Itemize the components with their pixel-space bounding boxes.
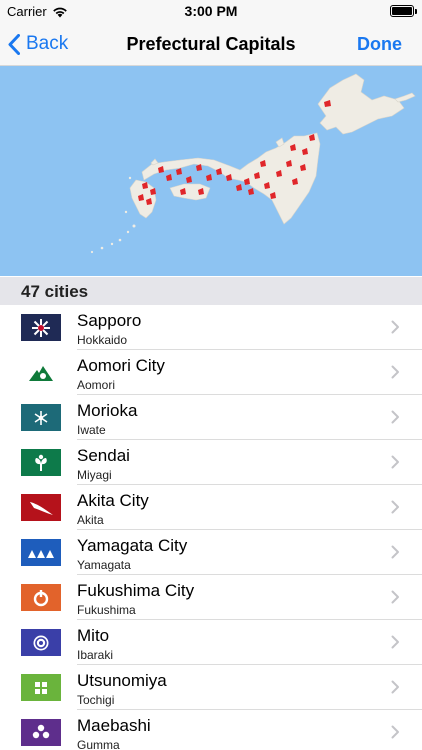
- chevron-right-icon: [391, 725, 399, 739]
- city-name: Yamagata City: [77, 536, 188, 555]
- mountain-peaks-emblem-icon: [28, 549, 54, 558]
- swoosh-emblem-icon: [30, 501, 53, 515]
- four-leaf-emblem-icon: [35, 681, 47, 694]
- flower-emblem-icon: [32, 724, 50, 738]
- city-name: Sendai: [77, 446, 130, 465]
- prefecture-name: Tochigi: [77, 693, 115, 707]
- chevron-right-icon: [391, 680, 399, 694]
- list-item[interactable]: Utsunomiya Tochigi: [0, 665, 422, 710]
- list-item[interactable]: Sapporo Hokkaido: [0, 305, 422, 350]
- navigation-bar: Back Prefectural Capitals Done: [0, 22, 422, 66]
- list-item[interactable]: Sendai Miyagi: [0, 440, 422, 485]
- done-button[interactable]: Done: [357, 22, 402, 66]
- city-name: Morioka: [77, 401, 138, 420]
- flag-icon: [21, 359, 61, 386]
- prefecture-name: Miyagi: [77, 468, 112, 482]
- chevron-left-icon: [8, 33, 20, 55]
- section-header: 47 cities: [0, 277, 422, 305]
- chevron-right-icon: [391, 410, 399, 424]
- list-item[interactable]: Yamagata City Yamagata: [0, 530, 422, 575]
- snowflake-star-emblem-icon: [32, 318, 50, 337]
- list-item[interactable]: Akita City Akita: [0, 485, 422, 530]
- prefecture-name: Ibaraki: [77, 648, 114, 662]
- prefecture-name: Iwate: [77, 423, 106, 437]
- japan-map: [90, 73, 416, 254]
- ring-emblem-icon: [33, 589, 49, 606]
- city-name: Sapporo: [77, 311, 142, 330]
- green-mountain-emblem-icon: [29, 365, 53, 381]
- page-title: Prefectural Capitals: [126, 34, 296, 54]
- list-item[interactable]: Fukushima City Fukushima: [0, 575, 422, 620]
- chevron-right-icon: [391, 365, 399, 379]
- city-name: Utsunomiya: [77, 671, 167, 690]
- prefecture-name: Fukushima: [77, 603, 136, 617]
- clock: 3:00 PM: [184, 3, 238, 19]
- list-item[interactable]: Morioka Iwate: [0, 395, 422, 440]
- prefecture-name: Gumma: [77, 738, 120, 750]
- city-name: Fukushima City: [77, 581, 195, 600]
- chevron-right-icon: [391, 500, 399, 514]
- chevron-right-icon: [391, 455, 399, 469]
- prefecture-name: Yamagata: [77, 558, 131, 572]
- leaf-star-emblem-icon: [34, 410, 48, 425]
- battery-icon: [390, 5, 417, 17]
- rose-emblem-icon: [33, 635, 49, 650]
- flag-icon: [21, 404, 61, 431]
- prefecture-name: Akita: [77, 513, 104, 527]
- back-button[interactable]: Back: [8, 22, 68, 66]
- chevron-right-icon: [391, 635, 399, 649]
- city-list: Sapporo Hokkaido Aomori City Aomori Mori…: [0, 305, 422, 750]
- chevron-right-icon: [391, 590, 399, 604]
- city-name: Mito: [77, 626, 110, 645]
- list-item[interactable]: Aomori City Aomori: [0, 350, 422, 395]
- city-name: Maebashi: [77, 716, 151, 735]
- bush-clover-emblem-icon: [35, 454, 47, 471]
- chevron-right-icon: [391, 320, 399, 334]
- flag-icon: [21, 314, 61, 341]
- list-item[interactable]: Mito Ibaraki: [0, 620, 422, 665]
- flag-icon: [21, 674, 61, 701]
- chevron-right-icon: [391, 545, 399, 559]
- flag-icon: [21, 719, 61, 746]
- back-label: Back: [26, 33, 69, 54]
- flag-icon: [21, 629, 61, 656]
- map-view[interactable]: [0, 66, 422, 276]
- list-item[interactable]: Maebashi Gumma: [0, 710, 422, 750]
- flag-icon: [21, 449, 61, 476]
- prefecture-name: Aomori: [77, 378, 116, 392]
- flag-icon: [21, 494, 61, 521]
- prefecture-name: Hokkaido: [77, 333, 128, 347]
- city-name: Akita City: [77, 491, 149, 510]
- flag-icon: [21, 539, 61, 566]
- city-name: Aomori City: [77, 356, 165, 375]
- status-bar: Carrier 3:00 PM: [0, 0, 422, 22]
- flag-icon: [21, 584, 61, 611]
